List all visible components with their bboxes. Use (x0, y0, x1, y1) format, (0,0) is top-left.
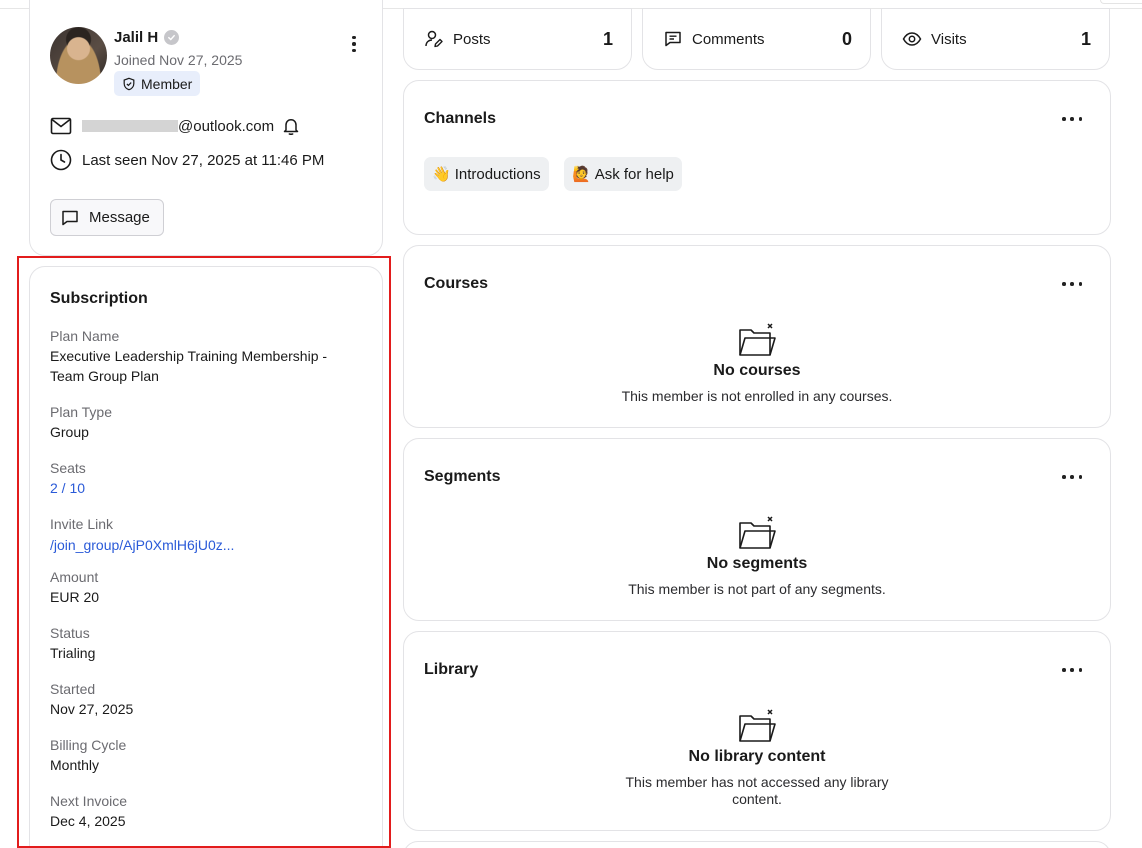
profile-card: Jalil H Joined Nov 27, 2025 Member @outl… (29, 0, 383, 256)
email-redacted (82, 120, 178, 132)
role-badge: Member (114, 71, 201, 96)
member-name: Jalil H (114, 29, 159, 46)
empty-title: No courses (713, 362, 801, 379)
email-domain: @outlook.com (178, 117, 275, 135)
profile-more-button[interactable] (344, 33, 364, 55)
empty-folder-icon (739, 709, 776, 742)
stat-value: 1 (1080, 28, 1091, 49)
empty-description: This member is not enrolled in any cours… (621, 388, 893, 404)
empty-description: This member has not accessed any library… (625, 774, 889, 807)
shield-check-icon (123, 77, 135, 90)
empty-folder-icon (739, 516, 776, 549)
library-empty-state: No library content This member has not a… (404, 708, 1110, 808)
channels-title: Channels (424, 110, 497, 127)
library-title: Library (424, 661, 479, 678)
channel-chip-introductions[interactable]: 👋 Introductions (424, 157, 549, 191)
last-seen-text: Last seen Nov 27, 2025 at 11:46 PM (82, 151, 325, 169)
selection-highlight (17, 256, 391, 848)
library-more-button[interactable] (1062, 667, 1082, 673)
empty-title: No library content (688, 748, 826, 765)
avatar[interactable] (50, 27, 107, 84)
next-card-edge (403, 841, 1111, 848)
comment-icon (665, 31, 681, 47)
segments-empty-state: No segments This member is not part of a… (404, 515, 1110, 598)
channels-more-button[interactable] (1062, 116, 1082, 122)
stat-visits[interactable]: Visits 1 (881, 8, 1110, 70)
user-edit-icon (425, 30, 443, 48)
message-icon (62, 210, 78, 225)
email-row: @outlook.com (50, 116, 300, 136)
courses-title: Courses (424, 275, 489, 292)
empty-title: No segments (706, 555, 808, 572)
channel-label: Introductions (454, 165, 541, 183)
role-badge-label: Member (141, 75, 193, 92)
courses-card: Courses No courses This member is not en… (403, 245, 1111, 428)
stat-label: Visits (931, 30, 967, 48)
courses-empty-state: No courses This member is not enrolled i… (404, 322, 1110, 405)
courses-more-button[interactable] (1062, 281, 1082, 287)
mail-icon (50, 117, 72, 135)
channels-card: Channels 👋 Introductions 🙋 Ask for help (403, 80, 1111, 235)
clock-icon (50, 149, 72, 171)
channel-chip-ask-for-help[interactable]: 🙋 Ask for help (564, 157, 682, 191)
eye-icon (902, 32, 922, 46)
top-tab-edge (1100, 0, 1142, 4)
message-button[interactable]: Message (50, 199, 164, 236)
bell-icon[interactable] (282, 116, 300, 136)
message-button-label: Message (89, 209, 150, 226)
stat-posts[interactable]: Posts 1 (403, 8, 632, 70)
empty-folder-icon (739, 323, 776, 356)
empty-description: This member is not part of any segments. (628, 581, 886, 597)
segments-card: Segments No segments This member is not … (403, 438, 1111, 621)
stat-label: Comments (692, 30, 765, 48)
stat-comments[interactable]: Comments 0 (642, 8, 871, 70)
stat-label: Posts (453, 30, 491, 48)
wave-emoji-icon: 👋 (432, 166, 451, 183)
stat-value: 0 (841, 28, 852, 49)
channel-label: Ask for help (594, 165, 674, 183)
raised-hand-emoji-icon: 🙋 (572, 166, 591, 183)
last-seen-row: Last seen Nov 27, 2025 at 11:46 PM (50, 149, 324, 171)
library-card: Library No library content This member h… (403, 631, 1111, 831)
verified-icon (164, 30, 180, 45)
joined-date: Joined Nov 27, 2025 (114, 52, 243, 68)
segments-title: Segments (424, 468, 501, 485)
stat-value: 1 (602, 28, 613, 49)
segments-more-button[interactable] (1062, 474, 1082, 480)
